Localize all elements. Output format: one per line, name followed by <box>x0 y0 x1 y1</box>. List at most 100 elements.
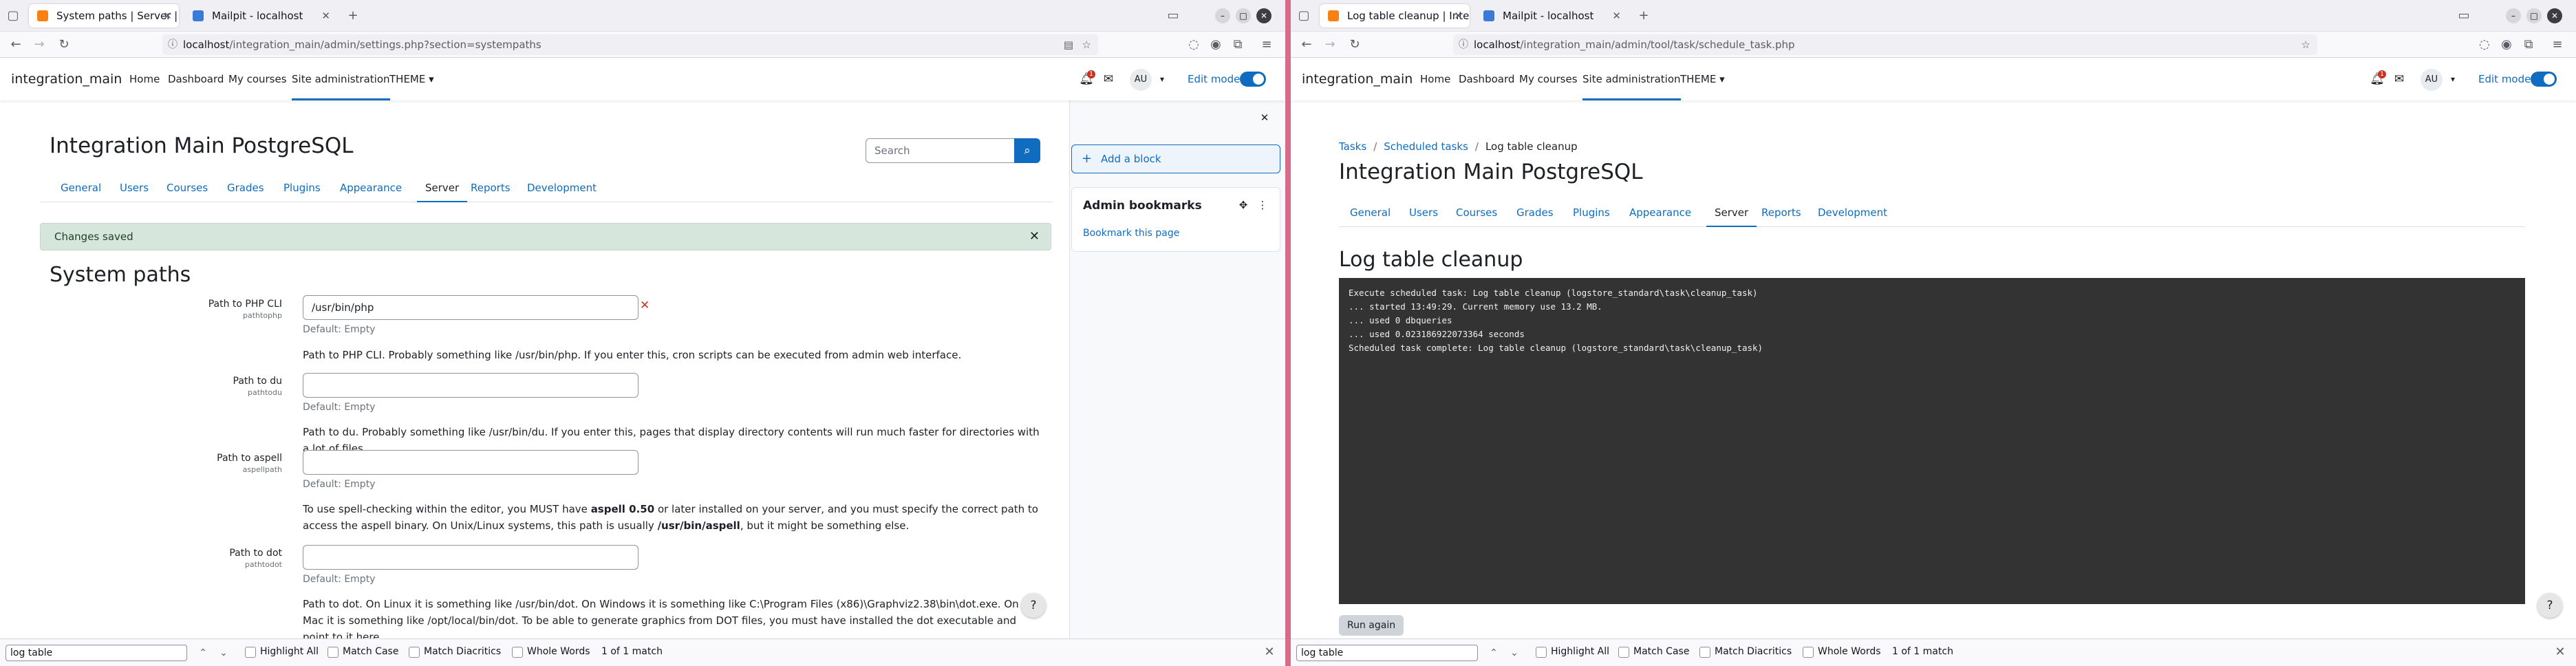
avatar[interactable]: AU <box>1130 69 1152 91</box>
close-window-icon[interactable]: ✕ <box>2547 8 2562 23</box>
pocket-icon[interactable]: ◌ <box>2476 36 2493 54</box>
user-menu-chevron-icon[interactable]: ▾ <box>1155 72 1170 87</box>
help-button[interactable]: ? <box>2537 593 2562 618</box>
bookmark-star-icon[interactable]: ☆ <box>1082 34 1091 55</box>
nav-home[interactable]: Home <box>129 58 160 100</box>
match-case-checkbox[interactable]: Match Case <box>328 646 398 658</box>
forward-icon[interactable]: → <box>30 36 48 54</box>
tab-grades[interactable]: Grades <box>227 173 264 202</box>
tab-appearance[interactable]: Appearance <box>1629 198 1691 227</box>
close-window-icon[interactable]: ✕ <box>1256 8 1271 23</box>
reload-icon[interactable]: ↻ <box>55 36 73 54</box>
forward-icon[interactable]: → <box>1321 36 1339 54</box>
close-tab-icon[interactable]: ✕ <box>321 4 330 28</box>
extensions-icon[interactable]: ⧉ <box>2520 36 2537 54</box>
tab-reports[interactable]: Reports <box>1761 198 1801 227</box>
find-input[interactable]: log table <box>6 645 187 661</box>
back-icon[interactable]: ← <box>7 36 25 54</box>
firefox-view-icon[interactable]: ▭ <box>2455 7 2473 25</box>
nav-site-administration[interactable]: Site administration <box>292 58 390 100</box>
whole-words-checkbox[interactable]: Whole Words <box>1803 646 1881 658</box>
notifications-icon[interactable]: 🔔︎ 1 <box>2370 70 2386 87</box>
nav-dashboard[interactable]: Dashboard <box>1459 58 1514 100</box>
browser-tab-mailpit[interactable]: Mailpit - localhost ✕ <box>1475 4 1628 28</box>
pocket-icon[interactable]: ◌ <box>1185 36 1203 54</box>
tab-server[interactable]: Server <box>1706 198 1757 227</box>
move-icon[interactable]: ✥ <box>1236 197 1251 213</box>
account-icon[interactable]: ◉ <box>2498 36 2515 54</box>
match-diacritics-checkbox[interactable]: Match Diacritics <box>1699 646 1792 658</box>
tab-users[interactable]: Users <box>1409 198 1438 227</box>
new-tab-icon[interactable]: + <box>344 7 362 25</box>
site-name[interactable]: integration_main <box>11 72 122 87</box>
find-previous-icon[interactable]: ⌃ <box>1486 645 1501 661</box>
breadcrumb-tasks[interactable]: Tasks <box>1339 140 1366 153</box>
admin-search-input[interactable]: Search <box>866 138 1016 163</box>
nav-theme[interactable]: THEME ▾ <box>1680 58 1725 100</box>
tab-plugins[interactable]: Plugins <box>283 173 321 202</box>
messages-icon[interactable]: ✉ <box>2392 72 2407 87</box>
minimize-icon[interactable]: – <box>2506 8 2521 23</box>
minimize-icon[interactable]: – <box>1215 8 1230 23</box>
nav-theme[interactable]: THEME ▾ <box>389 58 434 100</box>
user-menu-chevron-icon[interactable]: ▾ <box>2445 72 2460 87</box>
close-drawer-icon[interactable]: ✕ <box>1257 110 1272 125</box>
tab-users[interactable]: Users <box>120 173 149 202</box>
url-bar[interactable]: ⓘ localhost/integration_main/admin/setti… <box>162 34 1098 55</box>
nav-home[interactable]: Home <box>1420 58 1450 100</box>
tab-grades[interactable]: Grades <box>1516 198 1554 227</box>
tab-reports[interactable]: Reports <box>471 173 511 202</box>
tab-server[interactable]: Server <box>417 173 468 202</box>
nav-site-administration[interactable]: Site administration <box>1582 58 1681 100</box>
site-name[interactable]: integration_main <box>1302 72 1413 87</box>
close-tab-icon[interactable]: ✕ <box>1612 4 1621 28</box>
bookmark-this-page-link[interactable]: Bookmark this page <box>1083 228 1179 239</box>
avatar[interactable]: AU <box>2421 69 2443 91</box>
tab-list-icon[interactable]: ▢ <box>4 7 22 25</box>
tab-general[interactable]: General <box>61 173 101 202</box>
back-icon[interactable]: ← <box>1298 36 1316 54</box>
match-case-checkbox[interactable]: Match Case <box>1618 646 1689 658</box>
match-diacritics-checkbox[interactable]: Match Diacritics <box>409 646 501 658</box>
maximize-icon[interactable]: □ <box>1236 8 1251 23</box>
close-tab-icon[interactable]: ✕ <box>163 4 172 28</box>
close-alert-icon[interactable]: ✕ <box>1029 224 1040 250</box>
site-info-icon[interactable]: ⓘ <box>168 34 178 55</box>
pathtodu-input[interactable] <box>303 373 638 398</box>
add-block-button[interactable]: + Add a block <box>1071 144 1280 173</box>
tab-development[interactable]: Development <box>527 173 597 202</box>
browser-tab-active[interactable]: System paths | Server | A ✕ <box>29 4 179 28</box>
find-next-icon[interactable]: ⌄ <box>1507 645 1522 661</box>
edit-mode-toggle[interactable] <box>1240 72 1266 87</box>
extensions-icon[interactable]: ⧉ <box>1229 36 1247 54</box>
tab-appearance[interactable]: Appearance <box>340 173 402 202</box>
edit-mode-toggle[interactable] <box>2531 72 2557 87</box>
find-previous-icon[interactable]: ⌃ <box>195 645 211 661</box>
menu-icon[interactable]: ≡ <box>2548 36 2566 54</box>
site-info-icon[interactable]: ⓘ <box>1459 34 1468 55</box>
url-bar[interactable]: ⓘ localhost/integration_main/admin/tool/… <box>1453 34 2317 55</box>
tab-list-icon[interactable]: ▢ <box>1295 7 1313 25</box>
close-tab-icon[interactable]: ✕ <box>1454 4 1463 28</box>
nav-dashboard[interactable]: Dashboard <box>168 58 224 100</box>
nav-my-courses[interactable]: My courses <box>228 58 287 100</box>
breadcrumb-scheduled-tasks[interactable]: Scheduled tasks <box>1384 140 1468 153</box>
pathtodot-input[interactable] <box>303 545 638 570</box>
browser-tab-active[interactable]: Log table cleanup | Integ ✕ <box>1320 4 1470 28</box>
browser-tab-mailpit[interactable]: Mailpit - localhost ✕ <box>184 4 337 28</box>
highlight-all-checkbox[interactable]: Highlight All <box>1536 646 1609 658</box>
menu-icon[interactable]: ≡ <box>1258 36 1276 54</box>
firefox-view-icon[interactable]: ▭ <box>1164 7 1182 25</box>
reader-view-icon[interactable]: ▤ <box>1064 34 1073 55</box>
block-actions-icon[interactable]: ⋮ <box>1255 197 1270 213</box>
bookmark-star-icon[interactable]: ☆ <box>2301 34 2310 55</box>
pathtophp-input[interactable]: /usr/bin/php <box>303 295 638 320</box>
notifications-icon[interactable]: 🔔︎ 1 <box>1079 70 1095 87</box>
maximize-icon[interactable]: □ <box>2526 8 2542 23</box>
find-next-icon[interactable]: ⌄ <box>216 645 231 661</box>
tab-courses[interactable]: Courses <box>167 173 208 202</box>
messages-icon[interactable]: ✉ <box>1101 72 1116 87</box>
tab-plugins[interactable]: Plugins <box>1573 198 1610 227</box>
reload-icon[interactable]: ↻ <box>1346 36 1364 54</box>
whole-words-checkbox[interactable]: Whole Words <box>512 646 590 658</box>
